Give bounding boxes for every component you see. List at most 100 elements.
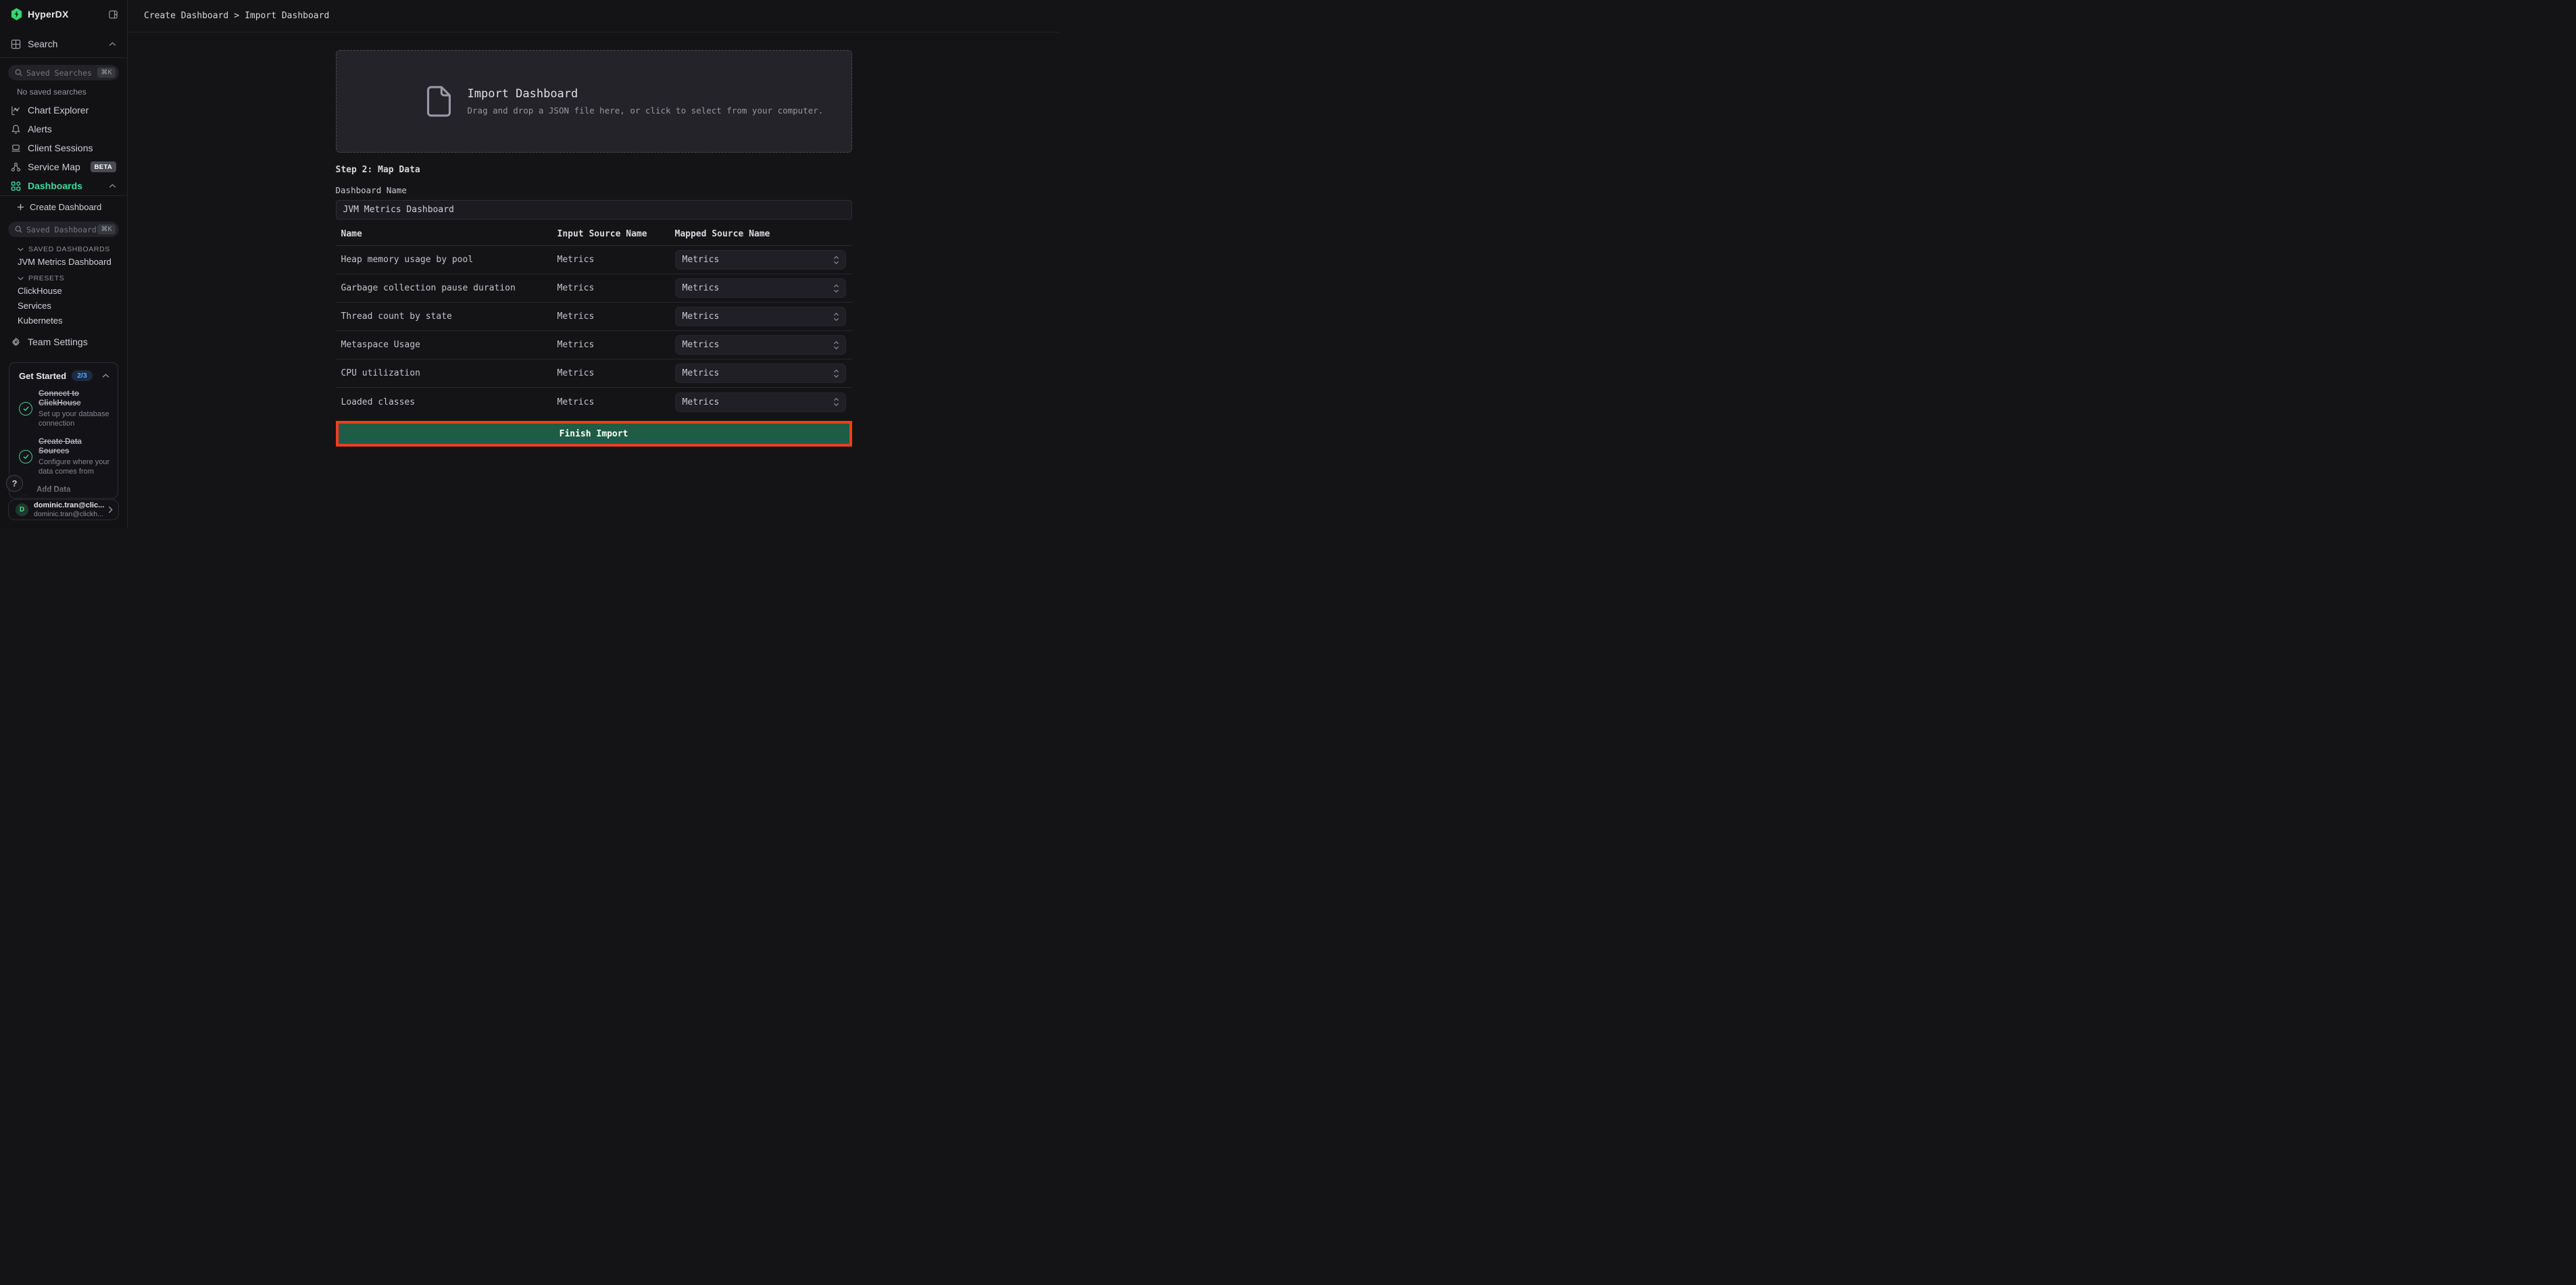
chevron-down-icon	[18, 247, 24, 251]
sidebar-item-alerts[interactable]: Alerts	[0, 120, 127, 138]
presets-group[interactable]: PRESETS	[0, 274, 127, 282]
table-row: Loaded classes Metrics Metrics	[336, 388, 852, 416]
create-dashboard-button[interactable]: Create Dashboard	[0, 197, 127, 216]
saved-dashboards-group[interactable]: SAVED DASHBOARDS	[0, 245, 127, 253]
saved-dashboards-placeholder: Saved Dashboards	[26, 225, 97, 234]
search-icon	[15, 69, 22, 76]
group-label-text: PRESETS	[28, 274, 64, 282]
group-label-text: SAVED DASHBOARDS	[28, 245, 110, 253]
row-name: CPU utilization	[336, 368, 558, 378]
row-name: Heap memory usage by pool	[336, 255, 558, 265]
column-header-name: Name	[336, 229, 558, 239]
sidebar-item-team-settings[interactable]: Team Settings	[0, 332, 127, 351]
shortcut-badge: ⌘K	[97, 68, 116, 78]
team-settings-label: Team Settings	[28, 336, 88, 347]
chevron-right-icon	[108, 506, 113, 513]
row-name: Loaded classes	[336, 397, 558, 407]
dropzone-title: Import Dashboard	[468, 87, 824, 101]
dashboard-name-input[interactable]	[336, 200, 852, 220]
shortcut-badge: ⌘K	[97, 224, 116, 234]
mapped-source-select[interactable]: Metrics	[675, 363, 846, 383]
user-menu[interactable]: D dominic.tran@clic... dominic.tran@clic…	[8, 499, 119, 520]
get-started-item-desc: Start sending logs, metrics, or traces	[36, 496, 111, 499]
sidebar-nav: Chart Explorer Alerts Client Sessions Se…	[0, 101, 127, 195]
dashboard-name-label: Dashboard Name	[336, 185, 852, 195]
select-chevrons-icon	[833, 369, 839, 378]
row-input-source: Metrics	[558, 255, 675, 265]
breadcrumb-create-dashboard[interactable]: Create Dashboard	[144, 11, 228, 21]
import-content: Import Dashboard Drag and drop a JSON fi…	[336, 50, 852, 447]
divider	[0, 195, 127, 196]
create-dashboard-label: Create Dashboard	[30, 202, 101, 212]
logo-row: HyperDX	[0, 0, 127, 28]
row-name: Thread count by state	[336, 311, 558, 322]
chevron-down-icon	[18, 276, 24, 280]
user-texts: dominic.tran@clic... dominic.tran@clickh…	[34, 501, 108, 518]
get-started-item-desc: Configure where your data comes from	[39, 457, 111, 476]
chevron-up-icon[interactable]	[102, 374, 109, 378]
get-started-item-connect[interactable]: Connect to ClickHouse Set up your databa…	[19, 389, 111, 428]
user-name: dominic.tran@clic...	[34, 501, 108, 510]
get-started-header[interactable]: Get Started 2/3	[9, 363, 118, 381]
sidebar-item-label: Client Sessions	[28, 143, 93, 153]
breadcrumb-import-dashboard: Import Dashboard	[245, 11, 329, 21]
sidebar-item-label: Alerts	[28, 124, 52, 134]
sidebar-item-client-sessions[interactable]: Client Sessions	[0, 138, 127, 157]
sidebar-item-dashboards[interactable]: Dashboards	[0, 176, 127, 195]
row-input-source: Metrics	[558, 368, 675, 378]
main-header: Create Dashboard>Import Dashboard	[128, 0, 1060, 32]
beta-badge: BETA	[91, 161, 116, 172]
file-icon	[426, 86, 451, 117]
mapped-source-select[interactable]: Metrics	[675, 335, 846, 355]
select-chevrons-icon	[833, 341, 839, 350]
get-started-item-sources[interactable]: Create Data Sources Configure where your…	[19, 437, 111, 476]
sidebar-item-label: Chart Explorer	[28, 105, 89, 116]
mapping-table: Name Input Source Name Mapped Source Nam…	[336, 229, 852, 416]
preset-item-kubernetes[interactable]: Kubernetes	[0, 313, 127, 327]
row-input-source: Metrics	[558, 397, 675, 407]
laptop-icon	[11, 143, 21, 153]
help-button[interactable]: ?	[6, 475, 23, 492]
collapse-sidebar-icon[interactable]	[109, 10, 118, 19]
check-circle-icon	[19, 450, 32, 463]
row-name: Garbage collection pause duration	[336, 283, 558, 293]
sidebar-item-label: Dashboards	[28, 180, 82, 191]
column-header-input-source: Input Source Name	[558, 229, 675, 239]
chevron-up-icon	[109, 184, 116, 188]
import-dropzone[interactable]: Import Dashboard Drag and drop a JSON fi…	[336, 50, 852, 153]
get-started-item-desc: Set up your database connection	[39, 409, 111, 428]
table-row: Heap memory usage by pool Metrics Metric…	[336, 246, 852, 274]
mapped-source-select[interactable]: Metrics	[675, 393, 846, 412]
saved-dashboards-input[interactable]: Saved Dashboards ⌘K	[8, 222, 119, 237]
get-started-item-title: Create Data Sources	[39, 437, 111, 456]
mapped-source-select[interactable]: Metrics	[675, 250, 846, 270]
row-input-source: Metrics	[558, 311, 675, 322]
dropzone-subtitle: Drag and drop a JSON file here, or click…	[468, 105, 824, 116]
finish-import-highlight: Finish Import	[336, 421, 852, 447]
preset-item-clickhouse[interactable]: ClickHouse	[0, 284, 127, 297]
mapped-source-select[interactable]: Metrics	[675, 278, 846, 298]
column-header-mapped-source: Mapped Source Name	[675, 229, 852, 239]
row-input-source: Metrics	[558, 283, 675, 293]
get-started-item-add-data[interactable]: Add Data Start sending logs, metrics, or…	[19, 485, 111, 499]
get-started-title: Get Started	[19, 371, 66, 381]
main-area: Create Dashboard>Import Dashboard Import…	[128, 0, 1060, 528]
finish-import-button[interactable]: Finish Import	[339, 424, 849, 444]
sidebar-section-search[interactable]: Search	[0, 34, 127, 53]
unchecked-circle-icon	[19, 495, 30, 499]
table-row: CPU utilization Metrics Metrics	[336, 359, 852, 388]
saved-searches-input[interactable]: Saved Searches ⌘K	[8, 65, 119, 80]
select-value: Metrics	[683, 311, 833, 322]
chart-explorer-icon	[11, 105, 21, 116]
sidebar-item-service-map[interactable]: Service Map BETA	[0, 157, 127, 176]
get-started-item-title: Add Data	[36, 485, 111, 495]
saved-dashboard-item-jvm[interactable]: JVM Metrics Dashboard	[0, 255, 127, 268]
divider	[0, 57, 127, 58]
sidebar-item-chart-explorer[interactable]: Chart Explorer	[0, 101, 127, 120]
preset-item-services[interactable]: Services	[0, 299, 127, 312]
mapped-source-select[interactable]: Metrics	[675, 307, 846, 326]
row-input-source: Metrics	[558, 340, 675, 350]
search-section-label: Search	[28, 39, 57, 49]
table-header-row: Name Input Source Name Mapped Source Nam…	[336, 229, 852, 246]
gear-icon	[11, 337, 21, 347]
